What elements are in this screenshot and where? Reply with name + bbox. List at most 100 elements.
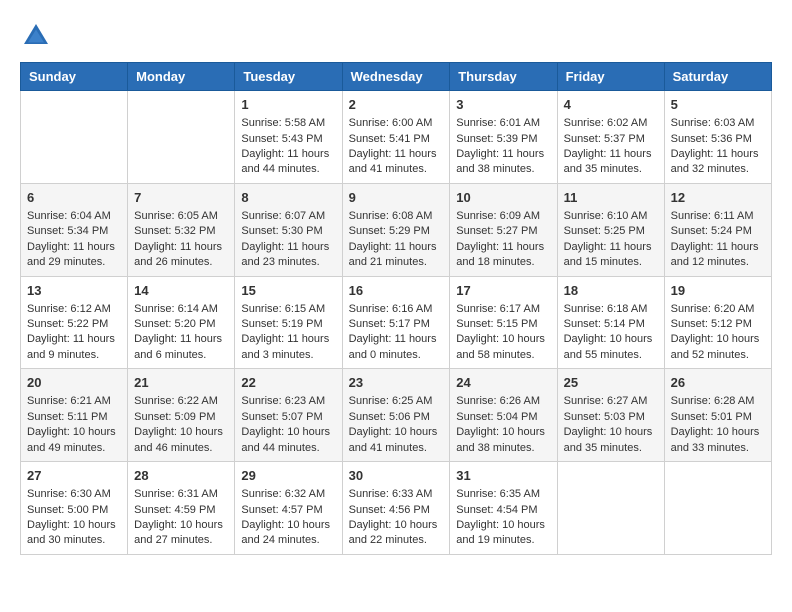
- cell-content: 3Sunrise: 6:01 AMSunset: 5:39 PMDaylight…: [456, 96, 550, 178]
- day-number: 17: [456, 282, 550, 300]
- sunrise-text: Sunrise: 6:11 AM: [671, 210, 754, 222]
- daylight-text: Daylight: 11 hours and 9 minutes.: [27, 333, 115, 360]
- sunrise-text: Sunrise: 6:14 AM: [134, 303, 218, 315]
- calendar-cell: 3Sunrise: 6:01 AMSunset: 5:39 PMDaylight…: [450, 91, 557, 184]
- sunrise-text: Sunrise: 6:17 AM: [456, 303, 540, 315]
- calendar-cell: 6Sunrise: 6:04 AMSunset: 5:34 PMDaylight…: [21, 183, 128, 276]
- calendar-cell: 7 Sunrise: 6:05 AM Sunset: 5:32 PM Daylight…: [128, 183, 235, 276]
- daylight-text: Daylight: 10 hours and 19 minutes.: [456, 519, 545, 546]
- sunrise-text: Sunrise: 6:20 AM: [671, 303, 755, 315]
- day-number: 22: [241, 374, 335, 392]
- day-header-friday: Friday: [557, 63, 664, 91]
- sunrise-text: Sunrise: 6:12 AM: [27, 303, 111, 315]
- calendar-cell: 4Sunrise: 6:02 AMSunset: 5:37 PMDaylight…: [557, 91, 664, 184]
- day-number: 28: [134, 467, 228, 485]
- calendar-cell: 10Sunrise: 6:09 AMSunset: 5:27 PMDayligh…: [450, 183, 557, 276]
- calendar-cell: 31Sunrise: 6:35 AMSunset: 4:54 PMDayligh…: [450, 462, 557, 555]
- sunrise-text: Sunrise: 6:27 AM: [564, 395, 648, 407]
- cell-content: 8Sunrise: 6:07 AMSunset: 5:30 PMDaylight…: [241, 189, 335, 271]
- day-header-thursday: Thursday: [450, 63, 557, 91]
- sunrise-text: Sunrise: 6:09 AM: [456, 210, 540, 222]
- day-number: 15: [241, 282, 335, 300]
- daylight-text: Daylight: 10 hours and 58 minutes.: [456, 333, 545, 360]
- cell-content: 2Sunrise: 6:00 AMSunset: 5:41 PMDaylight…: [349, 96, 444, 178]
- sunset-text: Sunset: 5:32 PM: [134, 225, 215, 237]
- daylight-text: Daylight: 11 hours and 0 minutes.: [349, 333, 437, 360]
- sunrise-text: Sunrise: 6:02 AM: [564, 117, 648, 129]
- day-number: 23: [349, 374, 444, 392]
- day-number: 1: [241, 96, 335, 114]
- sunrise-text: Sunrise: 6:31 AM: [134, 488, 218, 500]
- daylight-text: Daylight: 10 hours and 33 minutes.: [671, 426, 760, 453]
- cell-content: 9Sunrise: 6:08 AMSunset: 5:29 PMDaylight…: [349, 189, 444, 271]
- daylight-text: Daylight: 11 hours and 6 minutes.: [134, 333, 222, 360]
- sunset-text: Sunset: 5:03 PM: [564, 411, 645, 423]
- sunrise-text: Sunrise: 6:23 AM: [241, 395, 325, 407]
- calendar-week-row: 27Sunrise: 6:30 AMSunset: 5:00 PMDayligh…: [21, 462, 772, 555]
- daylight-text: Daylight: 10 hours and 41 minutes.: [349, 426, 438, 453]
- day-number: 27: [27, 467, 121, 485]
- calendar-cell: [21, 91, 128, 184]
- day-number: 12: [671, 189, 765, 207]
- sunrise-text: Sunrise: 6:32 AM: [241, 488, 325, 500]
- calendar-cell: 5Sunrise: 6:03 AMSunset: 5:36 PMDaylight…: [664, 91, 771, 184]
- calendar-cell: 15Sunrise: 6:15 AMSunset: 5:19 PMDayligh…: [235, 276, 342, 369]
- sunset-text: Sunset: 5:34 PM: [27, 225, 108, 237]
- sunset-text: Sunset: 5:43 PM: [241, 133, 322, 145]
- sunset-text: Sunset: 5:20 PM: [134, 318, 215, 330]
- calendar-cell: [557, 462, 664, 555]
- day-number: 30: [349, 467, 444, 485]
- sunset-text: Sunset: 5:11 PM: [27, 411, 108, 423]
- cell-content: 30Sunrise: 6:33 AMSunset: 4:56 PMDayligh…: [349, 467, 444, 549]
- daylight-text: Daylight: 11 hours and 26 minutes.: [134, 241, 222, 268]
- calendar-cell: 11Sunrise: 6:10 AMSunset: 5:25 PMDayligh…: [557, 183, 664, 276]
- day-number: 7: [134, 189, 228, 207]
- calendar-cell: 30Sunrise: 6:33 AMSunset: 4:56 PMDayligh…: [342, 462, 450, 555]
- sunset-text: Sunset: 5:37 PM: [564, 133, 645, 145]
- calendar-cell: 21Sunrise: 6:22 AMSunset: 5:09 PMDayligh…: [128, 369, 235, 462]
- calendar-cell: [128, 91, 235, 184]
- sunset-text: Sunset: 4:57 PM: [241, 504, 322, 516]
- sunrise-text: Sunrise: 6:04 AM: [27, 210, 111, 222]
- sunrise-text: Sunrise: 6:30 AM: [27, 488, 111, 500]
- sunrise-text: Sunrise: 6:05 AM: [134, 210, 218, 222]
- calendar-table: SundayMondayTuesdayWednesdayThursdayFrid…: [20, 62, 772, 555]
- daylight-text: Daylight: 11 hours and 12 minutes.: [671, 241, 759, 268]
- calendar-cell: 12 Sunrise: 6:11 AM Sunset: 5:24 PM Dayligh…: [664, 183, 771, 276]
- sunrise-text: Sunrise: 6:07 AM: [241, 210, 325, 222]
- sunrise-text: Sunrise: 6:33 AM: [349, 488, 433, 500]
- calendar-cell: 22Sunrise: 6:23 AMSunset: 5:07 PMDayligh…: [235, 369, 342, 462]
- day-number: 20: [27, 374, 121, 392]
- day-number: 18: [564, 282, 658, 300]
- sunrise-text: Sunrise: 6:25 AM: [349, 395, 433, 407]
- daylight-text: Daylight: 10 hours and 22 minutes.: [349, 519, 438, 546]
- sunset-text: Sunset: 5:24 PM: [671, 225, 752, 237]
- sunrise-text: Sunrise: 6:22 AM: [134, 395, 218, 407]
- sunset-text: Sunset: 5:22 PM: [27, 318, 108, 330]
- day-number: 13: [27, 282, 121, 300]
- sunset-text: Sunset: 5:39 PM: [456, 133, 537, 145]
- cell-content: 31Sunrise: 6:35 AMSunset: 4:54 PMDayligh…: [456, 467, 550, 549]
- sunrise-text: Sunrise: 6:03 AM: [671, 117, 755, 129]
- sunset-text: Sunset: 5:29 PM: [349, 225, 430, 237]
- cell-content: 24Sunrise: 6:26 AMSunset: 5:04 PMDayligh…: [456, 374, 550, 456]
- daylight-text: Daylight: 11 hours and 29 minutes.: [27, 241, 115, 268]
- sunrise-text: Sunrise: 6:18 AM: [564, 303, 648, 315]
- calendar-week-row: 20Sunrise: 6:21 AMSunset: 5:11 PMDayligh…: [21, 369, 772, 462]
- sunrise-text: Sunrise: 6:35 AM: [456, 488, 540, 500]
- day-header-sunday: Sunday: [21, 63, 128, 91]
- sunset-text: Sunset: 5:17 PM: [349, 318, 430, 330]
- daylight-text: Daylight: 10 hours and 30 minutes.: [27, 519, 116, 546]
- day-number: 11: [564, 189, 658, 207]
- cell-content: 6Sunrise: 6:04 AMSunset: 5:34 PMDaylight…: [27, 189, 121, 271]
- daylight-text: Daylight: 11 hours and 41 minutes.: [349, 148, 437, 175]
- day-number: 5: [671, 96, 765, 114]
- sunset-text: Sunset: 5:14 PM: [564, 318, 645, 330]
- day-number: 8: [241, 189, 335, 207]
- sunset-text: Sunset: 5:09 PM: [134, 411, 215, 423]
- daylight-text: Daylight: 11 hours and 18 minutes.: [456, 241, 544, 268]
- calendar-cell: 17Sunrise: 6:17 AMSunset: 5:15 PMDayligh…: [450, 276, 557, 369]
- sunset-text: Sunset: 5:36 PM: [671, 133, 752, 145]
- cell-content: 19Sunrise: 6:20 AMSunset: 5:12 PMDayligh…: [671, 282, 765, 364]
- logo-icon: [20, 20, 52, 52]
